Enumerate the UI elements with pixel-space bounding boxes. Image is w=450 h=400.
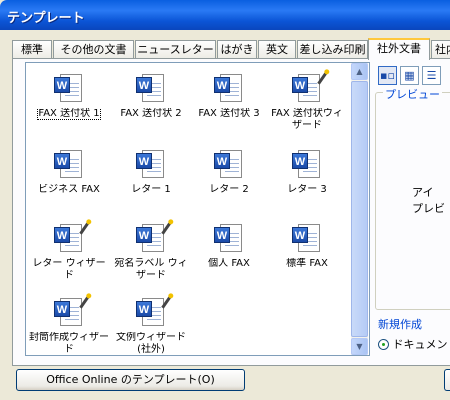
template-letter-1[interactable]: W レター 1: [110, 145, 192, 209]
preview-group: プレビュー アイ プレビ: [375, 86, 450, 310]
template-tabs: 標準 その他の文書 ニュースレター はがき 英文 差し込み印刷 社外文書 社内: [12, 38, 450, 60]
preview-message: アイ プレビ: [412, 186, 445, 215]
template-fax-cover-1[interactable]: W FAX 送付状 1: [28, 69, 110, 133]
word-template-icon: W: [292, 149, 322, 181]
dialog-title: テンプレート: [7, 11, 85, 26]
tab-other-documents[interactable]: その他の文書: [53, 40, 134, 59]
scroll-thumb[interactable]: [351, 81, 368, 337]
list-view-button[interactable]: ▦: [400, 66, 419, 85]
template-label: レター 2: [209, 184, 249, 195]
template-business-fax[interactable]: W ビジネス FAX: [28, 145, 110, 209]
word-template-icon: W: [214, 73, 244, 105]
ok-button[interactable]: [444, 369, 450, 391]
document-radio-label: ドキュメント: [392, 338, 450, 351]
word-template-icon: W: [136, 149, 166, 181]
template-label: レター 1: [131, 184, 171, 195]
template-list-scrollbar[interactable]: ▲ ▼: [351, 63, 368, 355]
template-letter-wizard[interactable]: W レター ウィザード: [28, 219, 110, 283]
word-wizard-icon: W: [54, 295, 90, 329]
word-template-icon: W: [54, 73, 84, 105]
template-label: 宛名ラベル ウィザード: [114, 258, 188, 281]
word-template-icon: W: [136, 73, 166, 105]
template-label: 文例ウィザード(社外): [116, 332, 186, 355]
list-view-icon: ▦: [404, 69, 415, 82]
tab-external-documents[interactable]: 社外文書: [368, 38, 430, 60]
template-letter-3[interactable]: W レター 3: [266, 145, 348, 209]
preview-label: プレビュー: [383, 86, 442, 102]
tab-standard[interactable]: 標準: [12, 40, 52, 59]
template-label: FAX 送付状ウィザード: [271, 108, 343, 131]
template-list: W FAX 送付状 1 W FAX 送付状 2 W FAX 送付状 3 W FA…: [25, 62, 370, 356]
template-standard-fax[interactable]: W 標準 FAX: [266, 219, 348, 283]
template-label: FAX 送付状 3: [198, 108, 260, 119]
office-online-label: Office Online のテンプレート(O): [46, 373, 215, 386]
template-fax-cover-2[interactable]: W FAX 送付状 2: [110, 69, 192, 133]
template-label: FAX 送付状 2: [120, 108, 182, 119]
tab-newsletter[interactable]: ニュースレター: [135, 40, 216, 59]
office-online-templates-button[interactable]: Office Online のテンプレート(O): [16, 369, 245, 391]
word-wizard-icon: W: [136, 295, 172, 329]
template-label: 封筒作成ウィザード: [29, 332, 109, 355]
scroll-down-button[interactable]: ▼: [351, 338, 368, 355]
create-new-group: 新規作成 ドキュメント: [378, 316, 450, 352]
word-wizard-icon: W: [136, 221, 172, 255]
word-template-icon: W: [54, 149, 84, 181]
template-sample-text-wizard[interactable]: W 文例ウィザード(社外): [110, 293, 192, 355]
word-template-icon: W: [214, 149, 244, 181]
tab-english[interactable]: 英文: [258, 40, 296, 59]
document-radio[interactable]: ドキュメント: [378, 336, 450, 352]
template-label: レター ウィザード: [32, 258, 106, 281]
template-personal-fax[interactable]: W 個人 FAX: [188, 219, 270, 283]
template-envelope-wizard[interactable]: W 封筒作成ウィザード: [28, 293, 110, 355]
template-fax-cover-wizard[interactable]: W FAX 送付状ウィザード: [266, 69, 348, 133]
template-label-wizard[interactable]: W 宛名ラベル ウィザード: [110, 219, 192, 283]
dialog-title-bar[interactable]: テンプレート: [0, 0, 450, 30]
tab-mail-merge[interactable]: 差し込み印刷: [297, 40, 368, 59]
template-label: 個人 FAX: [208, 258, 250, 269]
tab-postcard[interactable]: はがき: [217, 40, 257, 59]
tab-internal[interactable]: 社内: [431, 40, 450, 59]
details-view-icon: ☰: [426, 69, 437, 82]
word-wizard-icon: W: [54, 221, 90, 255]
scroll-up-button[interactable]: ▲: [351, 63, 368, 80]
details-view-button[interactable]: ☰: [422, 66, 441, 85]
template-letter-2[interactable]: W レター 2: [188, 145, 270, 209]
template-label: FAX 送付状 1: [37, 108, 101, 120]
template-fax-cover-3[interactable]: W FAX 送付状 3: [188, 69, 270, 133]
word-template-icon: W: [292, 223, 322, 255]
template-label: レター 3: [287, 184, 327, 195]
large-icons-view-button[interactable]: ▪▫: [378, 66, 397, 85]
radio-selected-icon: [378, 339, 389, 350]
large-icons-view-icon: ▪▫: [380, 69, 395, 82]
template-label: 標準 FAX: [286, 258, 328, 269]
template-label: ビジネス FAX: [38, 184, 100, 195]
word-wizard-icon: W: [292, 71, 328, 105]
create-new-label: 新規作成: [378, 318, 422, 331]
word-template-icon: W: [214, 223, 244, 255]
